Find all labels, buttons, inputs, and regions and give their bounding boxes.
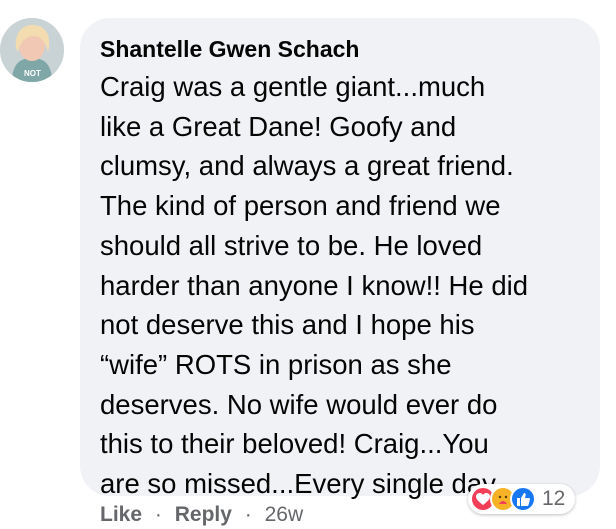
svg-text:NOT: NOT: [24, 69, 41, 78]
avatar[interactable]: NOT: [0, 18, 64, 82]
profile-photo: NOT: [0, 18, 64, 82]
comment-line: not deserve this and I hope his: [100, 309, 475, 341]
comment-line: clumsy, and always a great friend.: [100, 150, 514, 182]
comment-line: like a Great Dane! Goofy and: [100, 110, 457, 142]
comment-author[interactable]: Shantelle Gwen Schach: [100, 36, 359, 63]
comment-text: Craig was a gentle giant...much like a G…: [100, 67, 580, 504]
separator: ·: [244, 503, 252, 526]
reaction-count: 12: [542, 487, 566, 510]
comment-line: The kind of person and friend we: [100, 190, 501, 222]
reactions-summary[interactable]: 12: [468, 484, 576, 514]
comment-line: deserves. No wife would ever do: [100, 388, 498, 420]
like-icon: [510, 486, 536, 512]
comment-line: Craig was a gentle giant...much: [100, 71, 486, 102]
comment-line: should all strive to be. He loved: [100, 229, 483, 261]
comment-actions: Like · Reply · 26w: [100, 503, 303, 527]
separator: ·: [154, 503, 162, 526]
comment-line: “wife” ROTS in prison as she: [100, 348, 452, 380]
comment-timestamp[interactable]: 26w: [265, 503, 304, 526]
comment-line: harder than anyone I know!! He did: [100, 269, 529, 301]
comment-line: this to their beloved! Craig...You: [100, 428, 489, 460]
reply-button[interactable]: Reply: [175, 503, 232, 526]
like-button[interactable]: Like: [100, 503, 142, 526]
